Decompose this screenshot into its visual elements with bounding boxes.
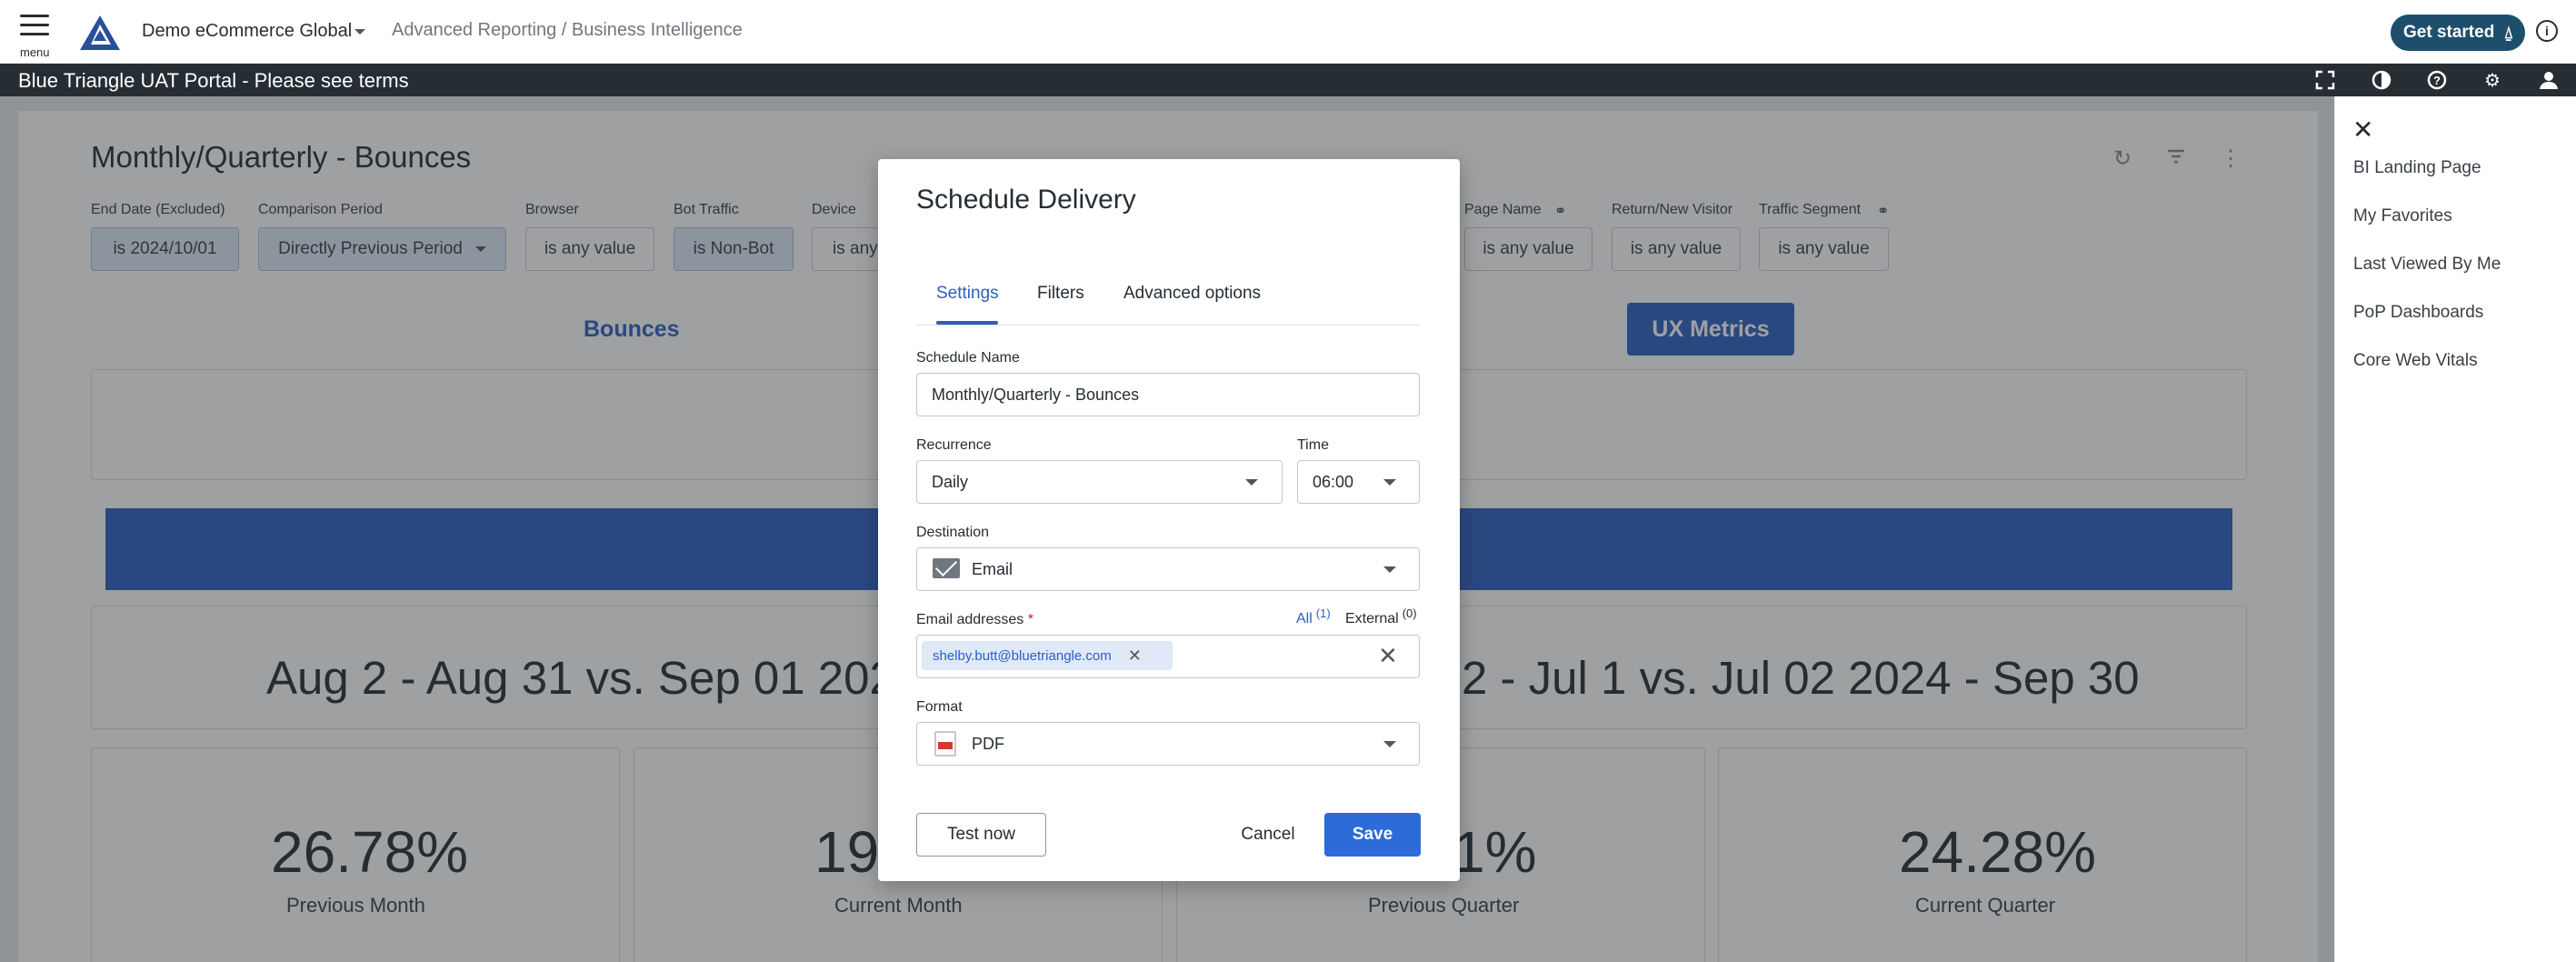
menu-icon-bar — [20, 24, 49, 26]
save-button[interactable]: Save — [1324, 813, 1421, 857]
account-selector[interactable]: Demo eCommerce Global — [142, 21, 352, 42]
sidebar-item-favorites[interactable]: My Favorites — [2353, 206, 2452, 226]
top-bar: menu Demo eCommerce Global Advanced Repo… — [0, 0, 2576, 64]
schedule-name-input[interactable]: Monthly/Quarterly - Bounces — [916, 373, 1420, 416]
schedule-delivery-dialog — [878, 159, 1460, 881]
banner-text: Blue Triangle UAT Portal - Please see te… — [18, 69, 409, 92]
format-value: PDF — [972, 734, 1004, 753]
tab-advanced-options[interactable]: Advanced options — [1123, 284, 1261, 304]
sidebar-item-core-web-vitals[interactable]: Core Web Vitals — [2353, 351, 2478, 371]
time-select[interactable]: 06:00 — [1297, 460, 1420, 504]
help-icon[interactable]: ? — [2426, 69, 2448, 91]
menu-icon-bar — [20, 15, 49, 17]
email-chip-label: shelby.butt@bluetriangle.com — [933, 647, 1112, 664]
chevron-down-icon[interactable] — [1383, 741, 1396, 747]
settings-icon[interactable]: ⚙ — [2481, 69, 2503, 91]
sidebar-item-pop-dashboards[interactable]: PoP Dashboards — [2353, 303, 2483, 323]
chevron-down-icon[interactable] — [1383, 566, 1396, 573]
chevron-down-icon[interactable] — [1383, 479, 1396, 486]
menu-button[interactable]: menu — [18, 13, 51, 59]
email-filter-all[interactable]: All (1) — [1296, 606, 1331, 627]
destination-label: Destination — [916, 525, 990, 540]
breadcrumb: Advanced Reporting / Business Intelligen… — [392, 20, 743, 40]
tab-filters[interactable]: Filters — [1037, 284, 1084, 304]
email-chip[interactable]: shelby.butt@bluetriangle.com ✕ — [922, 641, 1173, 670]
email-label-text: Email addresses — [916, 612, 1024, 627]
required-marker: * — [1027, 612, 1033, 627]
destination-select[interactable]: Email — [916, 547, 1420, 591]
email-filter-external[interactable]: External (0) — [1345, 606, 1417, 627]
user-icon[interactable] — [2538, 69, 2560, 91]
get-started-button[interactable]: Get started ⍙ — [2391, 15, 2525, 51]
portal-banner: Blue Triangle UAT Portal - Please see te… — [0, 64, 2576, 96]
svg-text:?: ? — [2433, 74, 2441, 87]
email-external-label: External — [1345, 611, 1399, 626]
tabs-divider — [916, 325, 1420, 326]
contrast-icon[interactable] — [2371, 69, 2392, 91]
cancel-button[interactable]: Cancel — [1220, 813, 1316, 857]
menu-icon-bar — [20, 33, 49, 35]
recurrence-value: Daily — [932, 472, 969, 491]
schedule-name-label: Schedule Name — [916, 350, 1020, 366]
rocket-icon: ⍙ — [2503, 23, 2514, 42]
time-value: 06:00 — [1313, 472, 1354, 491]
destination-value: Email — [972, 559, 1013, 578]
sidebar-item-bi-landing[interactable]: BI Landing Page — [2353, 158, 2481, 178]
email-all-label: All — [1296, 611, 1313, 626]
recurrence-label: Recurrence — [916, 437, 992, 453]
email-all-count: (1) — [1315, 606, 1331, 620]
tab-settings[interactable]: Settings — [936, 284, 999, 304]
fullscreen-icon[interactable] — [2314, 69, 2336, 91]
menu-label: menu — [20, 45, 50, 59]
sidebar-item-last-viewed[interactable]: Last Viewed By Me — [2353, 255, 2501, 275]
email-addresses-label: Email addresses * — [916, 612, 1033, 628]
chevron-down-icon[interactable] — [1245, 479, 1258, 486]
blue-triangle-logo-icon[interactable] — [78, 14, 122, 52]
pdf-icon — [934, 731, 956, 757]
info-icon[interactable]: i — [2536, 20, 2558, 42]
schedule-name-value: Monthly/Quarterly - Bounces — [932, 385, 1140, 404]
test-now-button[interactable]: Test now — [916, 813, 1046, 857]
active-tab-indicator — [936, 321, 998, 325]
recurrence-select[interactable]: Daily — [916, 460, 1283, 504]
format-select[interactable]: PDF — [916, 722, 1420, 766]
format-label: Format — [916, 699, 963, 715]
chevron-down-icon[interactable] — [354, 29, 365, 35]
close-icon[interactable]: ✕ — [2352, 115, 2373, 145]
remove-chip-icon[interactable]: ✕ — [1128, 646, 1142, 666]
dialog-title: Schedule Delivery — [916, 185, 1136, 215]
email-external-count: (0) — [1402, 606, 1417, 620]
time-label: Time — [1297, 437, 1329, 453]
get-started-label: Get started — [2403, 23, 2495, 42]
clear-icon[interactable]: ✕ — [1378, 642, 1398, 670]
mail-icon — [933, 558, 960, 578]
